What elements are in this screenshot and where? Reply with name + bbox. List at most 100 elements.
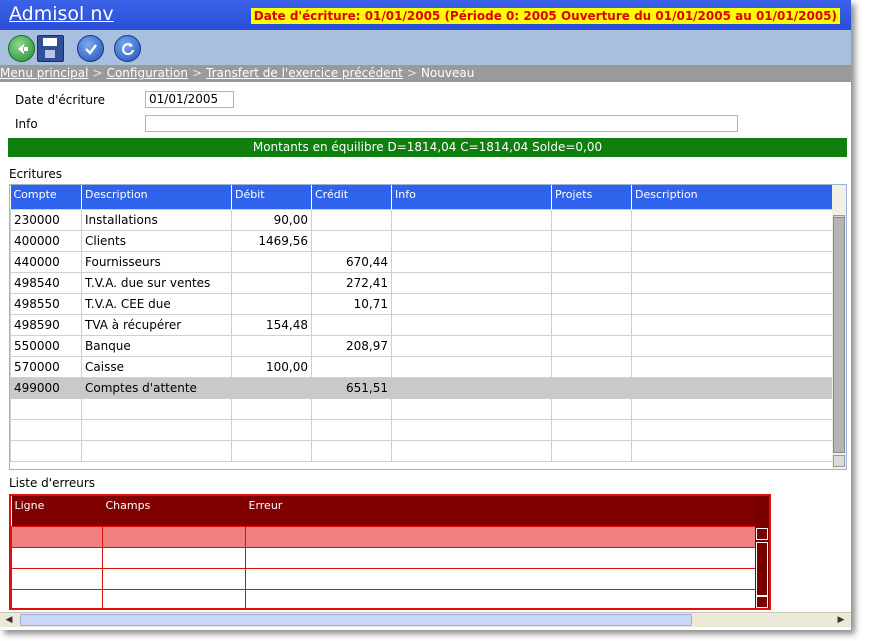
scroll-down-arrow[interactable] (756, 596, 768, 608)
cell-debit[interactable] (231, 397, 312, 420)
table-row[interactable] (10, 418, 833, 441)
scroll-thumb[interactable] (20, 614, 692, 626)
col-projets[interactable]: Projets (551, 185, 632, 209)
col-compte[interactable]: Compte (10, 185, 82, 209)
horizontal-scrollbar[interactable]: ◀ ▶ (0, 612, 851, 627)
cell-projets[interactable] (551, 313, 632, 336)
cell-compte[interactable]: 400000 (10, 229, 82, 252)
scroll-up-arrow[interactable] (756, 528, 768, 540)
cell-description[interactable] (81, 418, 232, 441)
error-row[interactable] (11, 525, 756, 548)
cell-debit[interactable]: 100,00 (231, 355, 312, 378)
scroll-thumb[interactable] (833, 217, 845, 453)
cell-projets[interactable] (551, 271, 632, 294)
cell-compte[interactable]: 230000 (10, 208, 82, 231)
cell-champs[interactable] (102, 588, 246, 608)
cell-debit[interactable] (231, 418, 312, 441)
cell-debit[interactable] (231, 439, 312, 462)
cell-info[interactable] (391, 292, 552, 315)
col-description[interactable]: Description (81, 185, 232, 209)
cell-description[interactable]: Banque (81, 334, 232, 357)
table-row[interactable]: 570000 Caisse 100,00 (10, 355, 833, 378)
cell-projets[interactable] (551, 439, 632, 462)
cell-champs[interactable] (102, 525, 246, 548)
cell-debit[interactable] (231, 376, 312, 399)
col-debit[interactable]: Débit (231, 185, 312, 209)
app-title[interactable]: Admisol nv (9, 3, 114, 25)
cell-description[interactable]: TVA à récupérer (81, 313, 232, 336)
cell-projets[interactable] (551, 229, 632, 252)
cell-credit[interactable] (311, 397, 392, 420)
cell-credit[interactable] (311, 208, 392, 231)
col-info[interactable]: Info (391, 185, 552, 209)
cell-compte[interactable]: 570000 (10, 355, 82, 378)
breadcrumb-configuration[interactable]: Configuration (107, 66, 188, 80)
cell-info[interactable] (391, 229, 552, 252)
cell-info[interactable] (391, 418, 552, 441)
cell-description[interactable]: Fournisseurs (81, 250, 232, 273)
cell-compte[interactable] (10, 439, 82, 462)
table-row[interactable] (10, 439, 833, 462)
refresh-button[interactable] (114, 35, 141, 62)
cell-description2[interactable] (631, 439, 833, 462)
cell-info[interactable] (391, 250, 552, 273)
cell-erreur[interactable] (245, 567, 756, 590)
cell-debit[interactable]: 154,48 (231, 313, 312, 336)
cell-description2[interactable] (631, 397, 833, 420)
error-row[interactable] (11, 588, 756, 608)
cell-erreur[interactable] (245, 546, 756, 569)
cell-info[interactable] (391, 439, 552, 462)
cell-description2[interactable] (631, 292, 833, 315)
col-ligne[interactable]: Ligne (11, 496, 103, 526)
cell-info[interactable] (391, 271, 552, 294)
cell-credit[interactable]: 670,44 (311, 250, 392, 273)
cell-champs[interactable] (102, 567, 246, 590)
error-row[interactable] (11, 567, 756, 590)
cell-compte[interactable]: 498540 (10, 271, 82, 294)
cell-description2[interactable] (631, 355, 833, 378)
cell-compte[interactable] (10, 418, 82, 441)
cell-description[interactable]: Installations (81, 208, 232, 231)
cell-compte[interactable] (10, 397, 82, 420)
cell-description2[interactable] (631, 271, 833, 294)
cell-projets[interactable] (551, 397, 632, 420)
cell-info[interactable] (391, 334, 552, 357)
cell-info[interactable] (391, 397, 552, 420)
cell-description[interactable] (81, 397, 232, 420)
cell-debit[interactable]: 1469,56 (231, 229, 312, 252)
cell-credit[interactable] (311, 418, 392, 441)
scroll-down-arrow[interactable] (833, 455, 845, 467)
cell-info[interactable] (391, 313, 552, 336)
cell-projets[interactable] (551, 250, 632, 273)
cell-info[interactable] (391, 376, 552, 399)
table-row[interactable] (10, 397, 833, 420)
cell-debit[interactable] (231, 292, 312, 315)
col-champs[interactable]: Champs (102, 496, 246, 526)
cell-erreur[interactable] (245, 525, 756, 548)
ecritures-scrollbar[interactable] (832, 185, 846, 469)
cell-info[interactable] (391, 355, 552, 378)
cell-credit[interactable] (311, 439, 392, 462)
table-row[interactable]: 440000 Fournisseurs 670,44 (10, 250, 833, 273)
cell-info[interactable] (391, 208, 552, 231)
cell-debit[interactable]: 90,00 (231, 208, 312, 231)
col-erreur[interactable]: Erreur (245, 496, 756, 526)
cell-description[interactable]: T.V.A. CEE due (81, 292, 232, 315)
cell-description2[interactable] (631, 229, 833, 252)
cell-description2[interactable] (631, 334, 833, 357)
breadcrumb-menu-principal[interactable]: Menu principal (0, 66, 89, 80)
cell-compte[interactable]: 498550 (10, 292, 82, 315)
cell-credit[interactable] (311, 355, 392, 378)
table-row[interactable]: 230000 Installations 90,00 (10, 208, 833, 231)
breadcrumb-transfert[interactable]: Transfert de l'exercice précédent (206, 66, 403, 80)
cell-debit[interactable] (231, 271, 312, 294)
scroll-left-arrow[interactable]: ◀ (2, 614, 16, 626)
cell-credit[interactable]: 651,51 (311, 376, 392, 399)
col-description-2[interactable]: Description (631, 185, 833, 209)
cell-projets[interactable] (551, 418, 632, 441)
cell-projets[interactable] (551, 292, 632, 315)
cell-description2[interactable] (631, 208, 833, 231)
cell-compte[interactable]: 550000 (10, 334, 82, 357)
cell-description2[interactable] (631, 418, 833, 441)
cell-description[interactable]: Clients (81, 229, 232, 252)
